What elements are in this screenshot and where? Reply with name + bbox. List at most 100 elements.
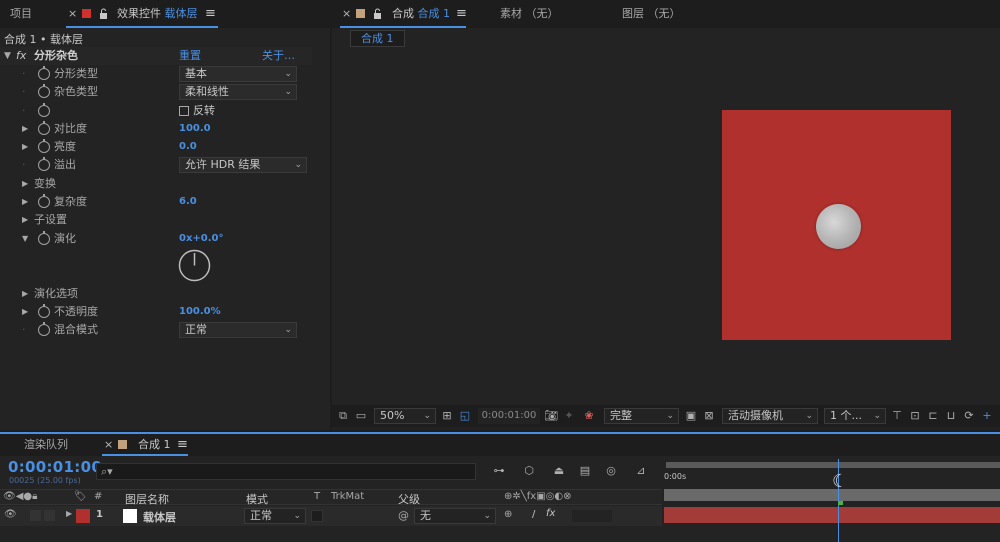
- tab-layer[interactable]: 图层 （无）: [622, 6, 681, 22]
- expand-triangle-icon[interactable]: ▶: [22, 211, 28, 229]
- reset-exposure-icon[interactable]: ⟳: [962, 409, 976, 423]
- fx-icon[interactable]: fx: [16, 47, 26, 65]
- comp-sub-tab[interactable]: 合成 1: [350, 30, 405, 47]
- stopwatch-icon[interactable]: [38, 231, 50, 245]
- roi-toggle-icon[interactable]: ▣: [684, 409, 698, 423]
- fit-frame-icon[interactable]: ⊞: [440, 409, 454, 423]
- solo-toggle[interactable]: [44, 510, 55, 521]
- timeline-graph-area[interactable]: 0:00s ☾: [664, 459, 1000, 542]
- monitor-icon[interactable]: ▭: [354, 409, 368, 423]
- transparency-grid-icon[interactable]: ⊠: [702, 409, 716, 423]
- expand-triangle-icon[interactable]: ▶: [22, 285, 28, 303]
- exposure-icon[interactable]: +: [980, 409, 994, 423]
- 3d-renderer-icon[interactable]: ⊏: [926, 409, 940, 423]
- stopwatch-icon[interactable]: [38, 66, 50, 80]
- stopwatch-icon[interactable]: [38, 139, 50, 153]
- preserve-transparency-toggle[interactable]: [311, 510, 323, 522]
- toggle-view-layout-icon[interactable]: ⊤: [890, 409, 904, 423]
- frame-blending-icon[interactable]: ▤: [578, 464, 592, 478]
- expand-triangle-icon[interactable]: ▼: [4, 47, 11, 65]
- work-area-bar[interactable]: [666, 462, 1000, 468]
- tab-render-queue[interactable]: 渲染队列: [24, 437, 68, 453]
- expand-triangle-icon[interactable]: ▶: [22, 120, 28, 138]
- invert-checkbox[interactable]: [179, 106, 189, 116]
- layer-name[interactable]: 载体层: [143, 509, 176, 525]
- stopwatch-icon[interactable]: [38, 121, 50, 135]
- stopwatch-icon[interactable]: [38, 157, 50, 171]
- comp-flowchart-icon[interactable]: ⊶: [492, 464, 506, 478]
- current-time-display[interactable]: 0:00:01:00: [8, 458, 102, 476]
- parent-select[interactable]: 无 ⌄: [414, 508, 496, 524]
- overflow-dropdown[interactable]: 允许 HDR 结果 ⌄: [179, 157, 307, 173]
- stopwatch-icon[interactable]: [38, 304, 50, 318]
- tab-timeline-comp[interactable]: 合成 1: [138, 437, 171, 453]
- about-link[interactable]: 关于…: [262, 47, 295, 65]
- flowchart-icon[interactable]: ⊔: [944, 409, 958, 423]
- prop-group-evolution-options[interactable]: ▶ 演化选项: [0, 285, 312, 303]
- layer-duration-bar[interactable]: [664, 507, 1000, 523]
- region-of-interest-icon[interactable]: ◱: [458, 409, 472, 423]
- expand-triangle-icon[interactable]: ▶: [22, 138, 28, 156]
- resolution-dropdown[interactable]: 完整 ⌄: [604, 408, 679, 424]
- noise-type-dropdown[interactable]: 柔和线性 ⌄: [179, 84, 297, 100]
- close-icon[interactable]: ×: [104, 437, 113, 453]
- layer-row[interactable]: 👁︎ ▶ 1 载体层 正常 ⌄ @ 无 ⌄ ⊕ / fx: [0, 506, 662, 526]
- panel-menu-icon[interactable]: ≡: [456, 6, 467, 22]
- viewer-timecode[interactable]: 0:00:01:00: [478, 408, 540, 424]
- comp-canvas-solid[interactable]: [722, 110, 951, 340]
- expand-triangle-icon[interactable]: ▶: [22, 193, 28, 211]
- tab-effect-controls[interactable]: 效果控件 载体层: [117, 6, 198, 22]
- audio-toggle[interactable]: [30, 510, 41, 521]
- stopwatch-icon[interactable]: [38, 194, 50, 208]
- zoom-dropdown[interactable]: 50% ⌄: [374, 408, 436, 424]
- stopwatch-icon[interactable]: [38, 84, 50, 98]
- views-dropdown[interactable]: 1 个... ⌄: [824, 408, 886, 424]
- always-preview-icon[interactable]: ⧉: [336, 409, 350, 423]
- prop-group-sub-settings[interactable]: ▶ 子设置: [0, 211, 312, 229]
- fractal-type-dropdown[interactable]: 基本 ⌄: [179, 66, 297, 82]
- tab-composition[interactable]: 合成 合成 1: [392, 6, 450, 22]
- graph-editor-icon[interactable]: ⊿: [634, 464, 648, 478]
- tab-project[interactable]: 项目: [10, 6, 32, 22]
- col-layer-name[interactable]: 图层名称: [125, 491, 169, 507]
- quality-switch-icon[interactable]: /: [532, 509, 535, 520]
- complexity-value[interactable]: 6.0: [179, 193, 197, 211]
- effects-switch-icon[interactable]: fx: [546, 508, 555, 519]
- shy-layers-icon[interactable]: ⏏: [552, 464, 566, 478]
- close-icon[interactable]: ×: [68, 6, 77, 22]
- brightness-value[interactable]: 0.0: [179, 138, 197, 156]
- draft-3d-icon[interactable]: ⬡: [522, 464, 536, 478]
- camera-dropdown[interactable]: 活动摄像机 ⌄: [722, 408, 818, 424]
- expand-triangle-icon[interactable]: ▶: [22, 175, 28, 193]
- panel-menu-icon[interactable]: ≡: [205, 6, 216, 22]
- evolution-value[interactable]: 0x+0.0°: [179, 230, 224, 248]
- opacity-value[interactable]: 100.0%: [179, 303, 221, 321]
- contrast-value[interactable]: 100.0: [179, 120, 211, 138]
- expand-triangle-icon[interactable]: ▶: [66, 509, 72, 518]
- reset-link[interactable]: 重置: [179, 47, 201, 65]
- blend-mode-select[interactable]: 正常 ⌄: [244, 508, 306, 524]
- lock-icon[interactable]: [99, 6, 108, 22]
- motion-blur-icon[interactable]: ◎: [604, 464, 618, 478]
- comp-marker-icon[interactable]: ☾: [832, 471, 848, 492]
- stopwatch-icon[interactable]: [38, 322, 50, 336]
- panel-menu-icon[interactable]: ≡: [177, 437, 188, 453]
- angle-dial-icon[interactable]: [178, 249, 211, 282]
- lock-icon[interactable]: [373, 6, 382, 22]
- camera-snapshot-icon[interactable]: 📷︎: [544, 409, 558, 423]
- eye-visibility-icon[interactable]: 👁︎: [4, 509, 17, 520]
- layer-label-color[interactable]: [76, 509, 90, 523]
- shy-switch-icon[interactable]: ⊕: [504, 509, 512, 520]
- close-icon[interactable]: ×: [342, 6, 351, 22]
- collapse-triangle-icon[interactable]: ▼: [22, 230, 28, 248]
- blend-mode-dropdown[interactable]: 正常 ⌄: [179, 322, 297, 338]
- stopwatch-icon[interactable]: [38, 103, 50, 117]
- show-snapshot-icon[interactable]: ✦: [562, 409, 576, 423]
- pick-whip-icon[interactable]: @: [398, 509, 409, 522]
- layer-search-input[interactable]: ⌕▾: [96, 463, 476, 480]
- prop-group-transform[interactable]: ▶ 变换: [0, 175, 312, 193]
- pixel-aspect-icon[interactable]: ⊡: [908, 409, 922, 423]
- color-channels-icon[interactable]: ❀: [582, 409, 596, 423]
- expand-triangle-icon[interactable]: ▶: [22, 303, 28, 321]
- tab-footage[interactable]: 素材 （无）: [500, 6, 559, 22]
